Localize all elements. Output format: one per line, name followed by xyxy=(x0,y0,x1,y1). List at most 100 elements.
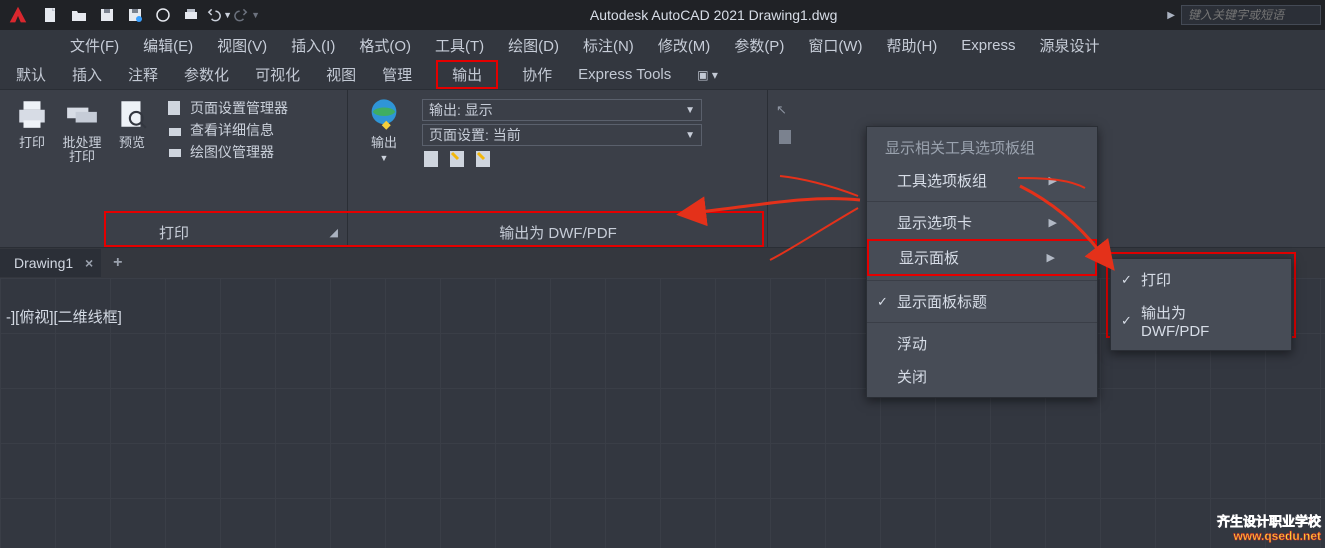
classic-menu-bar: 文件(F) 编辑(E) 视图(V) 插入(I) 格式(O) 工具(T) 绘图(D… xyxy=(0,30,1325,60)
watermark-line1: 齐生设计职业学校 xyxy=(1217,515,1321,530)
redo-icon[interactable]: ▼ xyxy=(234,4,260,26)
tab-parametric[interactable]: 参数化 xyxy=(182,60,231,89)
export-opt1-icon[interactable] xyxy=(422,150,440,168)
check-icon: ✓ xyxy=(1121,313,1132,329)
preview-button[interactable]: 预览 xyxy=(108,96,156,165)
save-icon[interactable] xyxy=(94,4,120,26)
ctx-tool-palette-group[interactable]: 工具选项板组▶ xyxy=(867,164,1097,197)
window-title: Autodesk AutoCAD 2021 Drawing1.dwg xyxy=(260,7,1167,23)
plot-label: 打印 xyxy=(19,136,45,150)
export-scope-dropdown[interactable]: 输出: 显示▼ xyxy=(422,99,702,121)
tab-view[interactable]: 视图 xyxy=(324,60,358,89)
menu-modify[interactable]: 修改(M) xyxy=(658,35,711,56)
ctx-header: 显示相关工具选项板组 xyxy=(867,131,1097,164)
ctx-show-panel-titles[interactable]: ✓显示面板标题 xyxy=(867,285,1097,318)
tab-manage[interactable]: 管理 xyxy=(380,60,414,89)
panel-print-title[interactable]: 打印 ◢ xyxy=(0,217,348,247)
ribbon-tab-row: 默认 插入 注释 参数化 可视化 视图 管理 输出 协作 Express Too… xyxy=(0,60,1325,90)
menu-yqcad[interactable]: 源泉设计 xyxy=(1039,35,1099,56)
undo-icon[interactable]: ▼ xyxy=(206,4,232,26)
viewport-label[interactable]: -][俯视][二维线框] xyxy=(6,306,122,327)
chevron-down-icon: ▼ xyxy=(685,105,695,116)
export-button[interactable]: 输出 ▼ xyxy=(356,96,412,168)
watermark-line2: www.qsedu.net xyxy=(1217,530,1321,544)
context-submenu-panels: ✓打印 ✓输出为 DWF/PDF xyxy=(1110,258,1292,351)
export-label: 输出 xyxy=(371,136,397,150)
preview-icon xyxy=(114,96,150,132)
separator xyxy=(867,201,1097,202)
chevron-down-icon: ▼ xyxy=(685,130,695,141)
plot-icon[interactable] xyxy=(178,4,204,26)
batch-plot-label: 批处理 打印 xyxy=(62,136,101,165)
menu-view[interactable]: 视图(V) xyxy=(217,35,267,56)
plot-button[interactable]: 打印 xyxy=(8,96,56,165)
menu-file[interactable]: 文件(F) xyxy=(70,35,119,56)
ribbon: 打印 批处理 打印 预览 页面设置管理器 查看详细信息 绘图仪管理器 输出 ▼ xyxy=(0,90,1325,248)
plotter-mgr[interactable]: 绘图仪管理器 xyxy=(166,142,288,162)
tab-collab[interactable]: 协作 xyxy=(520,60,554,89)
page-setup-dropdown[interactable]: 页面设置: 当前▼ xyxy=(422,124,702,146)
tab-more-icon[interactable]: ▣ ▾ xyxy=(695,64,720,86)
title-bar: ▼ ▼ Autodesk AutoCAD 2021 Drawing1.dwg ▶ xyxy=(0,0,1325,30)
ctx-float[interactable]: 浮动 xyxy=(867,327,1097,360)
ctx-close[interactable]: 关闭 xyxy=(867,360,1097,393)
chevron-right-icon: ▶ xyxy=(1047,251,1055,264)
globe-export-icon xyxy=(366,96,402,132)
separator xyxy=(867,322,1097,323)
details-icon xyxy=(166,121,184,139)
web-icon[interactable] xyxy=(150,4,176,26)
ctx-sub-print[interactable]: ✓打印 xyxy=(1111,263,1291,296)
tab-visualize[interactable]: 可视化 xyxy=(253,60,302,89)
batch-printer-icon xyxy=(64,96,100,132)
chevron-right-icon: ▶ xyxy=(1049,174,1057,187)
new-icon[interactable] xyxy=(38,4,64,26)
batch-plot-button[interactable]: 批处理 打印 xyxy=(58,96,106,165)
menu-window[interactable]: 窗口(W) xyxy=(808,35,862,56)
printer-icon xyxy=(14,96,50,132)
page-setup-mgr[interactable]: 页面设置管理器 xyxy=(166,98,288,118)
menu-help[interactable]: 帮助(H) xyxy=(886,35,937,56)
expand-icon[interactable]: ◢ xyxy=(330,226,338,239)
cursor-icon[interactable]: ↖ xyxy=(776,102,798,118)
menu-format[interactable]: 格式(O) xyxy=(359,35,411,56)
menu-draw[interactable]: 绘图(D) xyxy=(508,35,559,56)
view-details[interactable]: 查看详细信息 xyxy=(166,120,288,140)
ctx-show-tabs[interactable]: 显示选项卡▶ xyxy=(867,206,1097,239)
panel-export-title[interactable]: 输出为 DWF/PDF xyxy=(348,217,768,247)
separator xyxy=(867,280,1097,281)
menu-tools[interactable]: 工具(T) xyxy=(435,35,484,56)
close-icon[interactable]: × xyxy=(85,255,93,271)
menu-insert[interactable]: 插入(I) xyxy=(291,35,335,56)
open-icon[interactable] xyxy=(66,4,92,26)
page-setup-icon xyxy=(166,99,184,117)
context-menu-main: 显示相关工具选项板组 工具选项板组▶ 显示选项卡▶ 显示面板▶ ✓显示面板标题 … xyxy=(866,126,1098,398)
app-logo-icon xyxy=(4,4,32,26)
tab-annotate[interactable]: 注释 xyxy=(126,60,160,89)
tab-express-tools[interactable]: Express Tools xyxy=(576,62,673,87)
menu-express[interactable]: Express xyxy=(961,37,1015,54)
check-icon: ✓ xyxy=(877,294,888,310)
menu-param[interactable]: 参数(P) xyxy=(734,35,784,56)
search-input[interactable] xyxy=(1181,5,1321,25)
tab-default[interactable]: 默认 xyxy=(14,60,48,89)
check-icon: ✓ xyxy=(1121,272,1132,288)
add-tab-button[interactable]: + xyxy=(101,248,134,278)
quick-access-toolbar: ▼ ▼ xyxy=(38,4,260,26)
export-opt2-icon[interactable] xyxy=(448,150,466,168)
tab-output[interactable]: 输出 xyxy=(436,60,498,89)
search-expand-icon[interactable]: ▶ xyxy=(1167,10,1175,21)
watermark: 齐生设计职业学校 www.qsedu.net xyxy=(1217,515,1321,544)
ctx-sub-export-dwf-pdf[interactable]: ✓输出为 DWF/PDF xyxy=(1111,296,1291,346)
plotter-icon xyxy=(166,143,184,161)
export-opt3-icon[interactable] xyxy=(474,150,492,168)
chevron-right-icon: ▶ xyxy=(1049,216,1057,229)
clipboard-icon[interactable] xyxy=(776,128,798,149)
file-tab-drawing1[interactable]: Drawing1 × xyxy=(0,249,101,277)
tab-insert[interactable]: 插入 xyxy=(70,60,104,89)
ctx-show-panels[interactable]: 显示面板▶ xyxy=(867,239,1097,276)
menu-dimension[interactable]: 标注(N) xyxy=(583,35,634,56)
panel-title-row: 打印 ◢ 输出为 DWF/PDF xyxy=(0,217,1325,247)
saveas-icon[interactable] xyxy=(122,4,148,26)
preview-label: 预览 xyxy=(119,136,145,150)
menu-edit[interactable]: 编辑(E) xyxy=(143,35,193,56)
